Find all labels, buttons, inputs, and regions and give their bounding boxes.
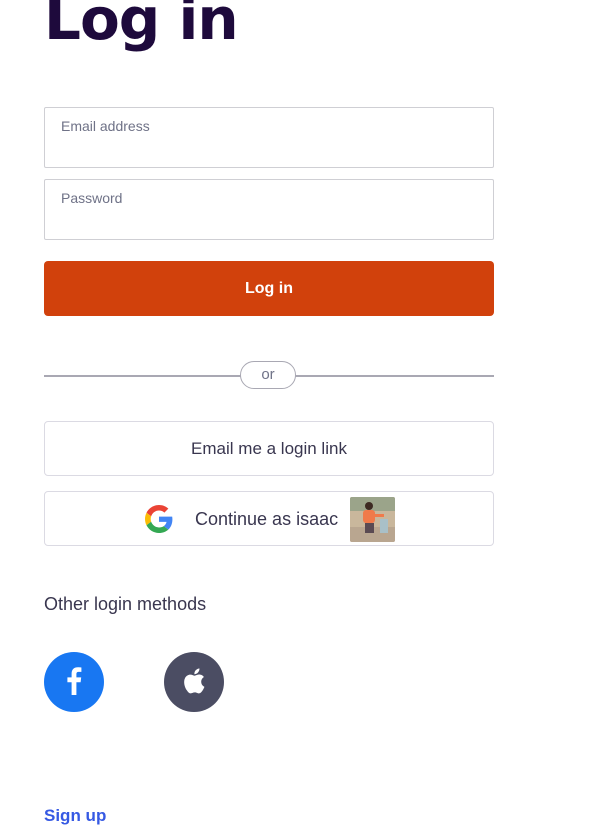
- password-field[interactable]: Password: [44, 179, 494, 240]
- email-field[interactable]: Email address: [44, 107, 494, 168]
- facebook-icon: [66, 666, 82, 698]
- login-page: Log in Email address Password Log in or …: [0, 0, 597, 826]
- apple-login-button[interactable]: [164, 652, 224, 712]
- email-input[interactable]: [61, 138, 477, 160]
- password-label: Password: [61, 190, 123, 206]
- email-login-link-button[interactable]: Email me a login link: [44, 421, 494, 476]
- page-title: Log in: [44, 0, 239, 53]
- email-label: Email address: [61, 118, 150, 134]
- other-login-methods-heading: Other login methods: [44, 594, 207, 614]
- continue-as-user-button[interactable]: Continue as isaac: [44, 491, 494, 546]
- facebook-login-button[interactable]: [44, 652, 104, 712]
- divider-or: or: [240, 361, 296, 389]
- signup-link[interactable]: Sign up: [44, 806, 106, 826]
- continue-label: Continue as isaac: [195, 508, 339, 529]
- avatar: [350, 496, 396, 542]
- login-button[interactable]: Log in: [44, 261, 494, 316]
- google-icon: [145, 505, 173, 533]
- password-input[interactable]: [61, 210, 477, 232]
- apple-icon: [183, 667, 205, 697]
